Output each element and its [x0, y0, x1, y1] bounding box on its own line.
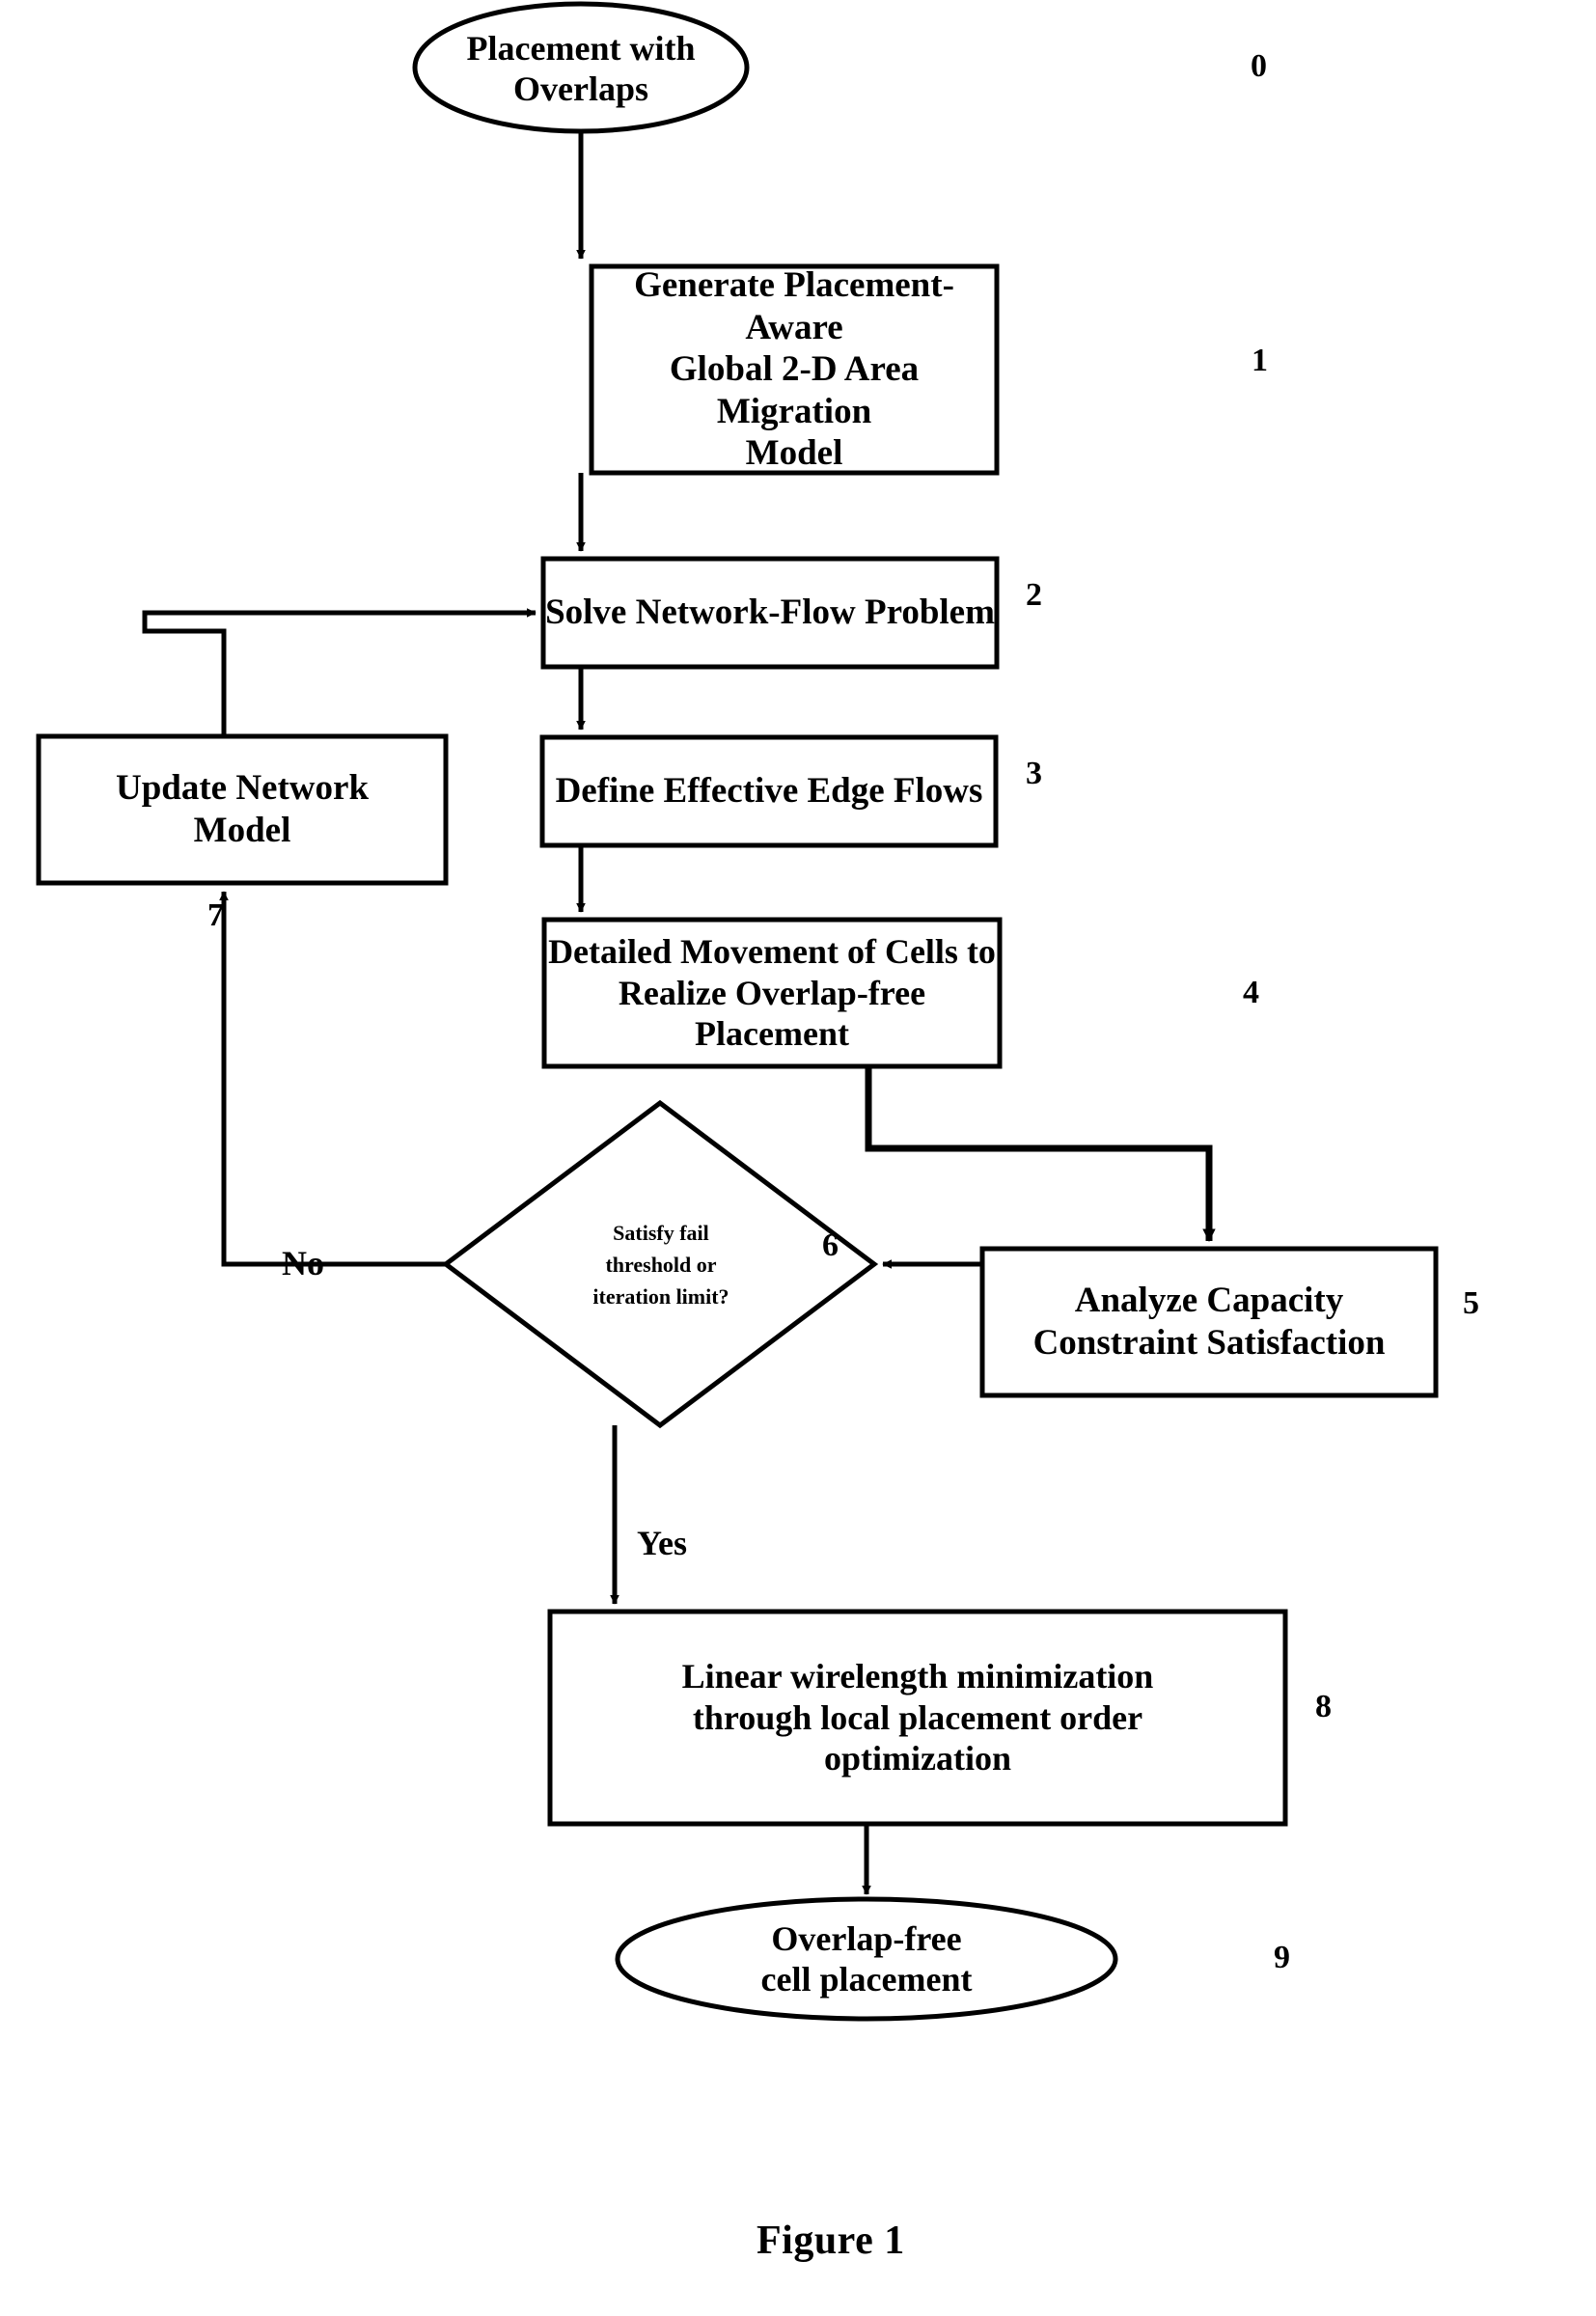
node-generate-model-shape	[589, 263, 1000, 476]
node-decision-shape	[441, 1099, 879, 1429]
step-label-0: 0	[1251, 48, 1267, 84]
step-label-4: 4	[1243, 975, 1259, 1010]
node-solve-network-flow-shape	[540, 556, 1000, 670]
edge-detailed-to-analyze	[865, 1066, 1216, 1242]
step-label-6: 6	[822, 1227, 839, 1263]
flowchart-canvas	[36, 1, 1439, 2022]
node-detailed-movement-shape	[541, 917, 1003, 1069]
step-label-3: 3	[1026, 756, 1042, 791]
edge-label-no: No	[282, 1244, 324, 1282]
node-analyze-capacity-shape	[979, 1246, 1439, 1398]
node-update-network-model-shape	[36, 733, 449, 886]
figure-caption: Figure 1	[757, 2219, 905, 2263]
node-define-edge-flows-shape	[539, 734, 999, 848]
step-label-9: 9	[1274, 1940, 1290, 1975]
step-label-5: 5	[1463, 1285, 1479, 1321]
node-start-shape	[412, 1, 750, 134]
figure-page: Placement with Overlaps Generate Placeme…	[0, 0, 1596, 2316]
edge-decision-no-to-update	[219, 891, 446, 1267]
node-wirelength-minimization-shape	[547, 1609, 1288, 1827]
step-label-2: 2	[1026, 577, 1042, 613]
edge-update-to-solve	[142, 608, 537, 736]
edge-label-yes: Yes	[637, 1524, 687, 1562]
step-label-7: 7	[207, 897, 224, 933]
node-end-shape	[615, 1896, 1118, 2022]
step-label-1: 1	[1252, 343, 1268, 378]
step-label-8: 8	[1315, 1689, 1332, 1724]
